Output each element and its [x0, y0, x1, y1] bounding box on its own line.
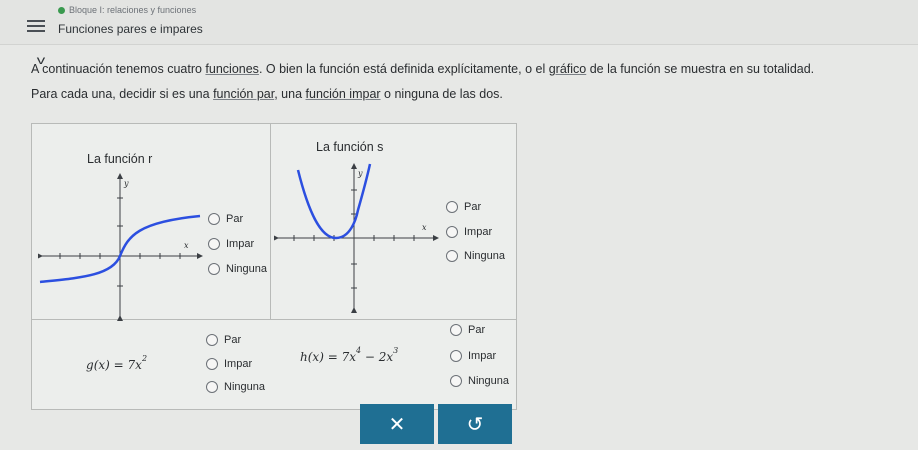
axis-y-label: y [357, 169, 363, 178]
s-option-impar[interactable]: Impar [446, 226, 492, 238]
clear-button[interactable]: ✕ [360, 404, 434, 444]
h-option-par[interactable]: Par [450, 324, 485, 336]
s-option-ninguna[interactable]: Ninguna [446, 250, 505, 262]
h-option-ninguna[interactable]: Ninguna [450, 375, 509, 387]
top-bar: Bloque I: relaciones y funciones Funcion… [0, 0, 918, 45]
function-r-graph: x y [38, 173, 203, 321]
radio-icon[interactable] [446, 250, 458, 262]
function-s-graph: x y [274, 163, 439, 313]
radio-icon[interactable] [206, 358, 218, 370]
radio-icon[interactable] [450, 375, 462, 387]
link-funciones[interactable]: funciones [205, 62, 259, 76]
link-grafico[interactable]: gráfico [549, 62, 587, 76]
r-option-ninguna[interactable]: Ninguna [208, 263, 267, 275]
axis-x-label: x [422, 223, 427, 232]
undo-icon: ↺ [466, 413, 484, 436]
function-g-equation: g(x) = 7x2 [86, 354, 148, 372]
h-option-impar[interactable]: Impar [450, 350, 496, 362]
g-option-par[interactable]: Par [206, 334, 241, 346]
function-r-title: La función r [87, 152, 153, 166]
grid-divider-vertical [270, 123, 271, 319]
link-funcion-par[interactable]: función par [213, 87, 274, 101]
r-option-par[interactable]: Par [208, 213, 243, 225]
undo-button[interactable]: ↺ [438, 404, 512, 444]
axis-x-label: x [184, 241, 189, 250]
breadcrumb-text: Bloque I: relaciones y funciones [69, 5, 197, 15]
r-option-impar[interactable]: Impar [208, 238, 254, 250]
function-h-equation: h(x) = 7x4 − 2x3 [300, 346, 399, 364]
radio-icon[interactable] [446, 201, 458, 213]
g-option-impar[interactable]: Impar [206, 358, 252, 370]
instruction-line-1: A continuación tenemos cuatro funciones.… [31, 62, 815, 76]
radio-icon[interactable] [450, 350, 462, 362]
topic-title: Funciones pares e impares [58, 22, 203, 36]
menu-icon[interactable] [27, 20, 45, 32]
status-dot-icon [58, 6, 65, 14]
radio-icon[interactable] [446, 226, 458, 238]
axis-y-label: y [123, 179, 129, 188]
instruction-line-2: Para cada una, decidir si es una función… [31, 87, 503, 101]
breadcrumb: Bloque I: relaciones y funciones [58, 5, 196, 15]
radio-icon[interactable] [206, 381, 218, 393]
function-s-title: La función s [316, 140, 384, 154]
g-option-ninguna[interactable]: Ninguna [206, 381, 265, 393]
radio-icon[interactable] [208, 263, 220, 275]
s-option-par[interactable]: Par [446, 201, 481, 213]
link-funcion-impar[interactable]: función impar [306, 87, 381, 101]
radio-icon[interactable] [450, 324, 462, 336]
radio-icon[interactable] [206, 334, 218, 346]
radio-icon[interactable] [208, 213, 220, 225]
radio-icon[interactable] [208, 238, 220, 250]
close-icon: ✕ [388, 413, 406, 436]
